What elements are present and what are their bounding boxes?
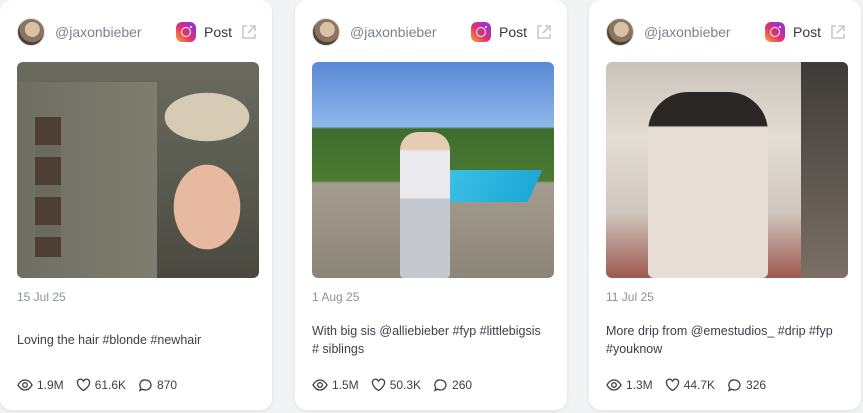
- post-stats: 1.3M 44.7K 326: [606, 377, 778, 393]
- eye-icon: [312, 379, 328, 391]
- post-image[interactable]: [606, 62, 848, 278]
- comments-count: 326: [746, 378, 767, 392]
- post-card[interactable]: @jaxonbieber Post 11 Jul 25 More drip fr…: [589, 0, 861, 410]
- post-type-label: Post: [498, 24, 527, 40]
- comments-stat: 870: [138, 378, 177, 393]
- comments-stat: 326: [727, 378, 766, 393]
- likes-count: 61.6K: [94, 378, 127, 392]
- comment-icon: [138, 378, 152, 392]
- card-header: @jaxonbieber Post: [312, 17, 553, 47]
- post-stats: 1.5M 50.3K 260: [312, 377, 484, 393]
- likes-stat: 61.6K: [76, 378, 126, 392]
- instagram-icon: [175, 22, 196, 42]
- avatar[interactable]: [312, 18, 340, 46]
- post-date: 15 Jul 25: [17, 290, 66, 304]
- views-count: 1.5M: [332, 378, 359, 392]
- instagram-icon: [470, 22, 491, 42]
- avatar[interactable]: [606, 18, 634, 46]
- post-card[interactable]: @jaxonbieber Post 1 Aug 25 With big sis …: [295, 0, 567, 410]
- comments-stat: 260: [433, 378, 472, 393]
- avatar[interactable]: [17, 18, 45, 46]
- heart-icon: [371, 378, 385, 392]
- external-link-icon[interactable]: [535, 23, 553, 41]
- likes-count: 44.7K: [683, 378, 716, 392]
- post-stats: 1.9M 61.6K 870: [17, 377, 189, 393]
- views-stat: 1.3M: [606, 377, 653, 393]
- card-header: @jaxonbieber Post: [17, 17, 258, 47]
- comments-count: 870: [157, 378, 178, 392]
- views-count: 1.9M: [37, 378, 64, 392]
- heart-icon: [665, 378, 679, 392]
- username[interactable]: @jaxonbieber: [55, 24, 142, 40]
- likes-stat: 44.7K: [665, 378, 715, 392]
- post-image[interactable]: [17, 62, 259, 278]
- post-caption: Loving the hair #blonde #newhair: [17, 333, 202, 347]
- post-card[interactable]: @jaxonbieber Post 15 Jul 25 Loving the h…: [0, 0, 272, 410]
- heart-icon: [76, 378, 90, 392]
- eye-icon: [17, 379, 33, 391]
- username[interactable]: @jaxonbieber: [644, 24, 731, 40]
- eye-icon: [606, 379, 622, 391]
- external-link-icon[interactable]: [829, 23, 847, 41]
- instagram-icon: [764, 22, 785, 42]
- views-stat: 1.5M: [312, 377, 359, 393]
- username[interactable]: @jaxonbieber: [350, 24, 437, 40]
- views-count: 1.3M: [626, 378, 653, 392]
- comment-icon: [727, 378, 741, 392]
- post-image[interactable]: [312, 62, 554, 278]
- post-caption: With big sis @alliebieber #fyp #littlebi…: [312, 324, 541, 356]
- card-header: @jaxonbieber Post: [606, 17, 847, 47]
- post-type-label: Post: [203, 24, 232, 40]
- external-link-icon[interactable]: [240, 23, 258, 41]
- comments-count: 260: [452, 378, 473, 392]
- comment-icon: [433, 378, 447, 392]
- likes-count: 50.3K: [389, 378, 422, 392]
- views-stat: 1.9M: [17, 377, 64, 393]
- post-caption: More drip from @emestudios_ #drip #fyp #…: [606, 324, 833, 356]
- likes-stat: 50.3K: [371, 378, 421, 392]
- post-date: 11 Jul 25: [606, 290, 654, 304]
- post-date: 1 Aug 25: [312, 290, 360, 304]
- post-type-label: Post: [792, 24, 821, 40]
